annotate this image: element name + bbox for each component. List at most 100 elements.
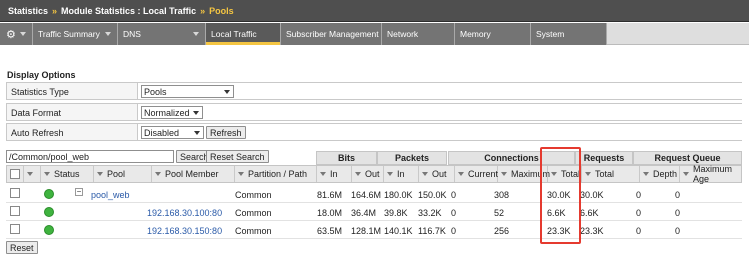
cell-bits-out: 36.4M — [351, 208, 377, 218]
select-all-checkbox[interactable] — [10, 169, 20, 179]
column-pool-member[interactable]: Pool Member — [152, 166, 235, 182]
data-format-cell: Normalized — [137, 104, 743, 120]
cell-requests-total: 23.3K — [580, 226, 604, 236]
cell-packets-in: 180.0K — [384, 190, 413, 200]
breadcrumb-separator: » — [52, 5, 58, 16]
column-partition-label: Partition / Path — [248, 169, 308, 179]
tab-local-traffic[interactable]: Local Traffic — [206, 23, 281, 45]
tab-label: Subscriber Management — [286, 29, 379, 39]
cell-partition: Common — [235, 226, 272, 236]
status-available-icon — [44, 207, 54, 217]
cell-maximum: 308 — [494, 190, 510, 200]
breadcrumb-module-statistics[interactable]: Module Statistics : Local Traffic — [61, 6, 196, 16]
table-header: Status Pool Pool Member Partition / Path… — [6, 164, 743, 184]
tab-label: DNS — [123, 29, 141, 39]
tab-dns[interactable]: DNS — [118, 23, 206, 45]
cell-bits-in: 81.6M — [317, 190, 343, 200]
row-checkbox[interactable] — [10, 188, 20, 198]
row-checkbox[interactable] — [10, 224, 20, 234]
column-pool-label: Pool — [107, 169, 126, 179]
auto-refresh-cell: Disabled Refresh — [137, 124, 743, 140]
column-current-label: Current — [468, 169, 499, 179]
sort-icon — [458, 172, 464, 176]
cell-depth: 0 — [636, 208, 642, 218]
row-checkbox[interactable] — [10, 206, 20, 216]
sort-icon — [387, 172, 393, 176]
select-all-cell — [7, 166, 24, 182]
cell-depth: 0 — [636, 190, 642, 200]
column-bits-in[interactable]: In — [317, 166, 352, 182]
auto-refresh-value: Disabled — [144, 127, 180, 138]
reset-button[interactable]: Reset — [6, 241, 38, 254]
cell-max-age: 0 — [675, 208, 681, 218]
column-status[interactable]: Status — [41, 166, 94, 182]
column-menu[interactable] — [24, 166, 41, 182]
data-format-label: Data Format — [11, 108, 62, 118]
tab-label: Network — [387, 29, 419, 39]
column-partition[interactable]: Partition / Path — [235, 166, 317, 182]
pool-member-link[interactable]: 192.168.30.150:80 — [147, 226, 222, 236]
tab-system[interactable]: System — [531, 23, 607, 45]
tab-settings[interactable]: ⚙ — [0, 23, 33, 45]
breadcrumb-separator: » — [200, 5, 206, 16]
statistics-type-row: Statistics Type Pools — [6, 82, 743, 100]
data-format-value: Normalized — [144, 107, 190, 118]
sort-icon — [155, 172, 161, 176]
cell-current: 0 — [451, 190, 457, 200]
tab-network[interactable]: Network — [382, 23, 455, 45]
refresh-button[interactable]: Refresh — [206, 126, 246, 139]
cell-bits-in: 63.5M — [317, 226, 343, 236]
statistics-type-select[interactable]: Pools — [141, 85, 234, 98]
chevron-down-icon — [105, 32, 111, 36]
column-bits-out[interactable]: Out — [352, 166, 384, 182]
table-row: − pool_web Common 81.6M 164.6M 180.0K 15… — [6, 185, 742, 203]
reset-search-button[interactable]: Reset Search — [206, 150, 269, 163]
cell-packets-out: 33.2K — [418, 208, 442, 218]
tab-traffic-summary[interactable]: Traffic Summary — [33, 23, 118, 45]
column-packets-in[interactable]: In — [384, 166, 419, 182]
column-depth[interactable]: Depth — [640, 166, 680, 182]
tab-subscriber-management[interactable]: Subscriber Management — [281, 23, 382, 45]
sort-icon — [320, 172, 326, 176]
sort-icon — [422, 172, 428, 176]
cell-packets-out: 150.0K — [418, 190, 447, 200]
chevron-down-icon — [20, 32, 26, 36]
column-requests-total[interactable]: Total — [582, 166, 640, 182]
collapse-icon[interactable]: − — [75, 188, 83, 196]
column-packets-out[interactable]: Out — [419, 166, 455, 182]
group-bits: Bits — [316, 151, 377, 165]
cell-max-age: 0 — [675, 226, 681, 236]
column-max-age[interactable]: Maximum Age — [680, 164, 743, 184]
column-pool[interactable]: Pool — [94, 166, 152, 182]
column-bits-out-label: Out — [365, 169, 380, 179]
cell-maximum: 52 — [494, 208, 505, 218]
table-row: 192.168.30.150:80 Common 63.5M 128.1M 14… — [6, 221, 742, 239]
sort-icon — [238, 172, 244, 176]
column-current[interactable]: Current — [455, 166, 498, 182]
chevron-down-icon — [224, 90, 230, 94]
page-title: Pools — [209, 5, 234, 16]
breadcrumb-statistics[interactable]: Statistics — [8, 6, 48, 16]
search-input[interactable]: /Common/pool_web — [6, 150, 174, 163]
statistics-type-label: Statistics Type — [11, 87, 69, 97]
tab-label: Memory — [460, 29, 491, 39]
auto-refresh-select[interactable]: Disabled — [141, 126, 204, 139]
tab-memory[interactable]: Memory — [455, 23, 531, 45]
column-packets-out-label: Out — [432, 169, 447, 179]
chevron-down-icon — [193, 111, 199, 115]
sort-icon — [585, 172, 591, 176]
cell-bits-out: 164.6M — [351, 190, 382, 200]
pool-member-link[interactable]: 192.168.30.100:80 — [147, 208, 222, 218]
data-format-select[interactable]: Normalized — [141, 106, 203, 119]
cell-current: 0 — [451, 208, 457, 218]
pool-link[interactable]: pool_web — [91, 190, 130, 200]
status-available-icon — [44, 225, 54, 235]
sort-icon — [97, 172, 103, 176]
display-options-title: Display Options — [7, 70, 76, 80]
column-requests-total-label: Total — [595, 169, 615, 179]
statistics-type-cell: Pools — [137, 83, 743, 99]
column-status-label: Status — [54, 169, 80, 179]
sort-icon — [643, 172, 649, 176]
status-available-icon — [44, 189, 54, 199]
sort-icon — [501, 172, 507, 176]
